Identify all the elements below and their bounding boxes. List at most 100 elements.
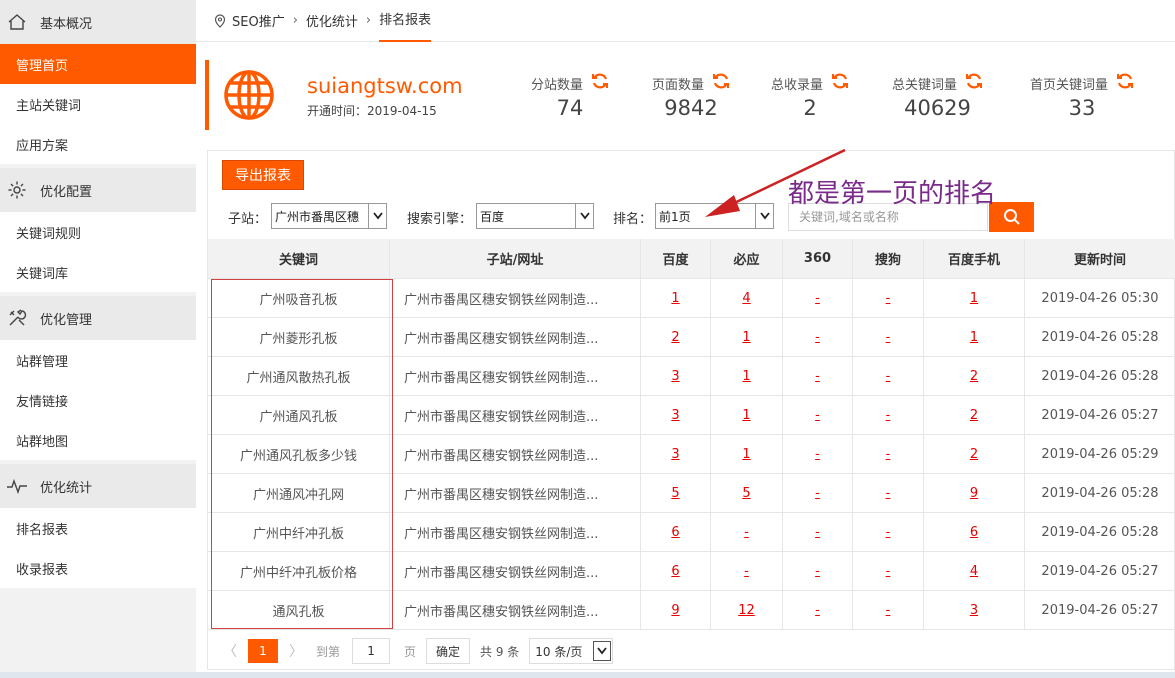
rank-link[interactable]: - <box>815 291 820 306</box>
rank-select[interactable]: 前1页 <box>655 203 774 229</box>
rank-link[interactable]: - <box>886 525 891 540</box>
cell-site[interactable]: 广州市番禺区穗安钢铁丝网制造... <box>390 552 641 590</box>
rank-link[interactable]: 6 <box>970 525 978 540</box>
sidebar-item-1-0[interactable]: 关键词规则 <box>0 212 196 252</box>
rank-link[interactable]: - <box>815 486 820 501</box>
refresh-icon[interactable] <box>591 72 609 94</box>
rank-link[interactable]: 1 <box>970 330 978 345</box>
stat-2: 总收录量 2 <box>771 72 849 120</box>
chevron-down-icon[interactable] <box>755 204 773 228</box>
sidebar-section-2[interactable]: 优化管理 <box>0 296 196 340</box>
rank-link[interactable]: 5 <box>671 486 679 501</box>
stat-4: 首页关键词量 33 <box>1030 72 1134 120</box>
rank-link[interactable]: 1 <box>671 291 679 306</box>
cell-baidu: 6 <box>641 513 711 551</box>
rank-link[interactable]: - <box>886 564 891 579</box>
rank-link[interactable]: 2 <box>671 330 679 345</box>
sidebar-item-2-1[interactable]: 友情链接 <box>0 380 196 420</box>
sidebar-item-0-0[interactable]: 管理首页 <box>0 44 196 84</box>
chevron-down-icon[interactable] <box>368 204 386 228</box>
sidebar-item-1-1[interactable]: 关键词库 <box>0 252 196 292</box>
rank-link[interactable]: - <box>815 369 820 384</box>
cell-keyword: 广州中纤冲孔板价格 <box>208 552 390 590</box>
sidebar-item-2-2[interactable]: 站群地图 <box>0 420 196 460</box>
sidebar-section-title: 优化管理 <box>40 312 93 328</box>
chevron-down-icon[interactable] <box>593 641 612 661</box>
rank-link[interactable]: 4 <box>742 291 750 306</box>
rank-link[interactable]: 12 <box>738 603 755 618</box>
rank-link[interactable]: 3 <box>671 447 679 462</box>
rank-link[interactable]: - <box>886 369 891 384</box>
rank-link[interactable]: 2 <box>970 369 978 384</box>
sidebar-item-3-1[interactable]: 收录报表 <box>0 548 196 588</box>
per-page-select[interactable]: 10 条/页 <box>529 638 614 664</box>
confirm-button[interactable]: 确定 <box>426 638 471 664</box>
rank-link[interactable]: 1 <box>742 330 750 345</box>
rank-link[interactable]: 1 <box>742 408 750 423</box>
cell-site[interactable]: 广州市番禺区穗安钢铁丝网制造... <box>390 357 641 395</box>
breadcrumb-item-stats[interactable]: 优化统计 <box>306 11 358 30</box>
sidebar-item-3-0[interactable]: 排名报表 <box>0 508 196 548</box>
cell-mobile: 4 <box>924 552 1025 590</box>
rank-link[interactable]: 1 <box>970 291 978 306</box>
rank-link[interactable]: - <box>815 447 820 462</box>
sidebar-item-2-0[interactable]: 站群管理 <box>0 340 196 380</box>
rank-link[interactable]: - <box>815 564 820 579</box>
goto-label: 到第 <box>316 644 341 659</box>
rank-link[interactable]: 2 <box>970 408 978 423</box>
cell-site[interactable]: 广州市番禺区穗安钢铁丝网制造... <box>390 396 641 434</box>
rank-link[interactable]: 5 <box>742 486 750 501</box>
next-page-button[interactable]: 〉 <box>286 641 306 661</box>
rank-link[interactable]: 9 <box>970 486 978 501</box>
chevron-down-icon[interactable] <box>575 204 593 228</box>
prev-page-button[interactable]: 〈 <box>220 641 240 661</box>
column-header: 搜狗 <box>853 239 924 278</box>
rank-link[interactable]: 6 <box>671 564 679 579</box>
goto-page-input[interactable]: 1 <box>352 638 391 664</box>
rank-link[interactable]: 3 <box>671 369 679 384</box>
rank-link[interactable]: 4 <box>970 564 978 579</box>
refresh-icon[interactable] <box>831 72 849 94</box>
refresh-icon[interactable] <box>1116 72 1134 94</box>
engine-select[interactable]: 百度 <box>476 203 594 229</box>
rank-link[interactable]: 6 <box>671 525 679 540</box>
rank-link[interactable]: - <box>815 525 820 540</box>
refresh-icon[interactable] <box>965 72 983 94</box>
rank-link[interactable]: - <box>886 486 891 501</box>
cell-site[interactable]: 广州市番禺区穗安钢铁丝网制造... <box>390 318 641 356</box>
substation-select[interactable]: 广州市番禺区穗 <box>271 203 387 229</box>
rank-link[interactable]: 3 <box>671 408 679 423</box>
cell-site[interactable]: 广州市番禺区穗安钢铁丝网制造... <box>390 435 641 473</box>
rank-link[interactable]: - <box>815 603 820 618</box>
cell-site[interactable]: 广州市番禺区穗安钢铁丝网制造... <box>390 279 641 317</box>
rank-link[interactable]: 9 <box>671 603 679 618</box>
rank-link[interactable]: - <box>744 564 749 579</box>
cell-site[interactable]: 广州市番禺区穗安钢铁丝网制造... <box>390 591 641 629</box>
rank-link[interactable]: - <box>886 291 891 306</box>
rank-link[interactable]: - <box>886 408 891 423</box>
rank-link[interactable]: 1 <box>742 369 750 384</box>
sidebar-item-0-1[interactable]: 主站关键词 <box>0 84 196 124</box>
cell-site[interactable]: 广州市番禺区穗安钢铁丝网制造... <box>390 513 641 551</box>
rank-link[interactable]: 3 <box>970 603 978 618</box>
rank-link[interactable]: 1 <box>742 447 750 462</box>
rank-link[interactable]: - <box>815 408 820 423</box>
rank-link[interactable]: - <box>886 603 891 618</box>
sidebar-section-3[interactable]: 优化统计 <box>0 464 196 508</box>
site-domain[interactable]: suiangtsw.com <box>307 74 463 98</box>
sidebar-item-0-2[interactable]: 应用方案 <box>0 124 196 164</box>
rank-link[interactable]: - <box>744 525 749 540</box>
breadcrumb-item-seo[interactable]: SEO推广 <box>232 11 285 30</box>
sidebar-section-1[interactable]: 优化配置 <box>0 168 196 212</box>
cell-bing: 1 <box>711 318 783 356</box>
rank-link[interactable]: - <box>815 330 820 345</box>
rank-link[interactable]: - <box>886 330 891 345</box>
rank-link[interactable]: 2 <box>970 447 978 462</box>
rank-link[interactable]: - <box>886 447 891 462</box>
cell-site[interactable]: 广州市番禺区穗安钢铁丝网制造... <box>390 474 641 512</box>
refresh-icon[interactable] <box>712 72 730 94</box>
export-report-button[interactable]: 导出报表 <box>222 160 304 190</box>
current-page-button[interactable]: 1 <box>248 639 278 663</box>
column-header: 子站/网址 <box>390 239 641 278</box>
sidebar-section-0[interactable]: 基本概况 <box>0 0 196 44</box>
